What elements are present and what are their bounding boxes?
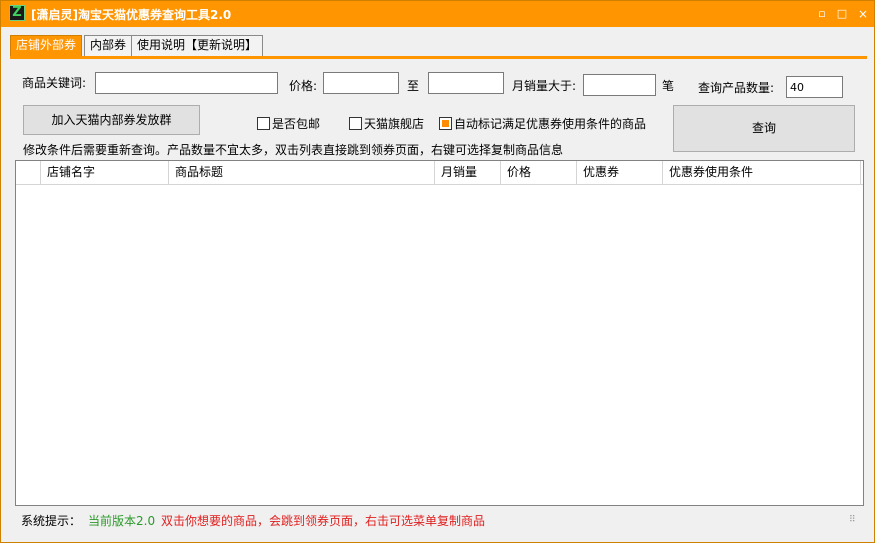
tmall-flagship-box[interactable] (349, 117, 362, 130)
column-header-coupon[interactable]: 优惠券 (577, 161, 663, 185)
column-header-shop-name[interactable]: 店铺名字 (41, 161, 169, 185)
price-max-input[interactable] (428, 72, 504, 94)
table-header: 店铺名字 商品标题 月销量 价格 优惠券 优惠券使用条件 (16, 161, 863, 185)
keyword-label: 商品关键词: (22, 76, 87, 90)
main-window: Z [潇启灵]淘宝天猫优惠券查询工具2.0 ▫ □ × 店铺外部券 内部券 使用… (0, 0, 875, 543)
column-header-monthly-sales[interactable]: 月销量 (435, 161, 501, 185)
auto-mark-checkbox[interactable]: 自动标记满足优惠券使用条件的商品 (439, 115, 646, 131)
title-bar[interactable]: Z [潇启灵]淘宝天猫优惠券查询工具2.0 ▫ □ × (1, 1, 874, 27)
price-min-input[interactable] (323, 72, 399, 94)
column-header-product-title[interactable]: 商品标题 (169, 161, 435, 185)
column-header-index[interactable] (16, 161, 41, 185)
tab-instructions[interactable]: 使用说明【更新说明】 (131, 35, 264, 56)
status-message: 双击你想要的商品，会跳到领券页面，右击可选菜单复制商品 (161, 514, 486, 528)
z-app-icon: Z (9, 5, 25, 21)
minimize-icon[interactable]: ▫ (813, 5, 831, 23)
hint-text: 修改条件后需要重新查询。产品数量不宜太多，双击列表直接跳到领券页面，右键可选择复… (23, 143, 564, 157)
tmall-flagship-checkbox[interactable]: 天猫旗舰店 (349, 115, 424, 131)
tab-underline (10, 56, 867, 59)
column-header-coupon-conditions[interactable]: 优惠券使用条件 (663, 161, 861, 185)
close-icon[interactable]: × (854, 5, 872, 23)
auto-mark-box[interactable] (439, 117, 452, 130)
status-label: 系统提示： (21, 514, 82, 528)
window-title: [潇启灵]淘宝天猫优惠券查询工具2.0 (31, 8, 232, 22)
column-header-price[interactable]: 价格 (501, 161, 577, 185)
tab-internal-coupons[interactable]: 内部券 (84, 35, 133, 56)
query-button[interactable]: 查询 (673, 105, 855, 152)
free-shipping-box[interactable] (257, 117, 270, 130)
join-group-button[interactable]: 加入天猫内部券发放群 (23, 105, 200, 135)
tab-external-coupons[interactable]: 店铺外部券 (10, 35, 83, 57)
monthly-sales-label: 月销量大于: (512, 79, 577, 93)
count-input[interactable] (786, 76, 843, 98)
maximize-icon[interactable]: □ (833, 5, 851, 23)
free-shipping-checkbox[interactable]: 是否包邮 (257, 115, 320, 131)
price-to-label: 至 (407, 79, 420, 93)
resize-grip-icon[interactable]: ⠿ (849, 515, 859, 525)
status-version: 当前版本2.0 (88, 514, 156, 528)
results-table[interactable]: 店铺名字 商品标题 月销量 价格 优惠券 优惠券使用条件 (15, 160, 864, 506)
monthly-sales-input[interactable] (583, 74, 656, 96)
auto-mark-label: 自动标记满足优惠券使用条件的商品 (454, 117, 647, 131)
keyword-input[interactable] (95, 72, 278, 94)
price-label: 价格: (289, 79, 318, 93)
status-bar: 系统提示： 当前版本2.0 双击你想要的商品，会跳到领券页面，右击可选菜单复制商… (15, 510, 864, 530)
monthly-sales-unit: 笔 (662, 79, 675, 93)
free-shipping-label: 是否包邮 (272, 117, 321, 131)
tmall-flagship-label: 天猫旗舰店 (364, 117, 425, 131)
count-label: 查询产品数量: (698, 81, 775, 95)
